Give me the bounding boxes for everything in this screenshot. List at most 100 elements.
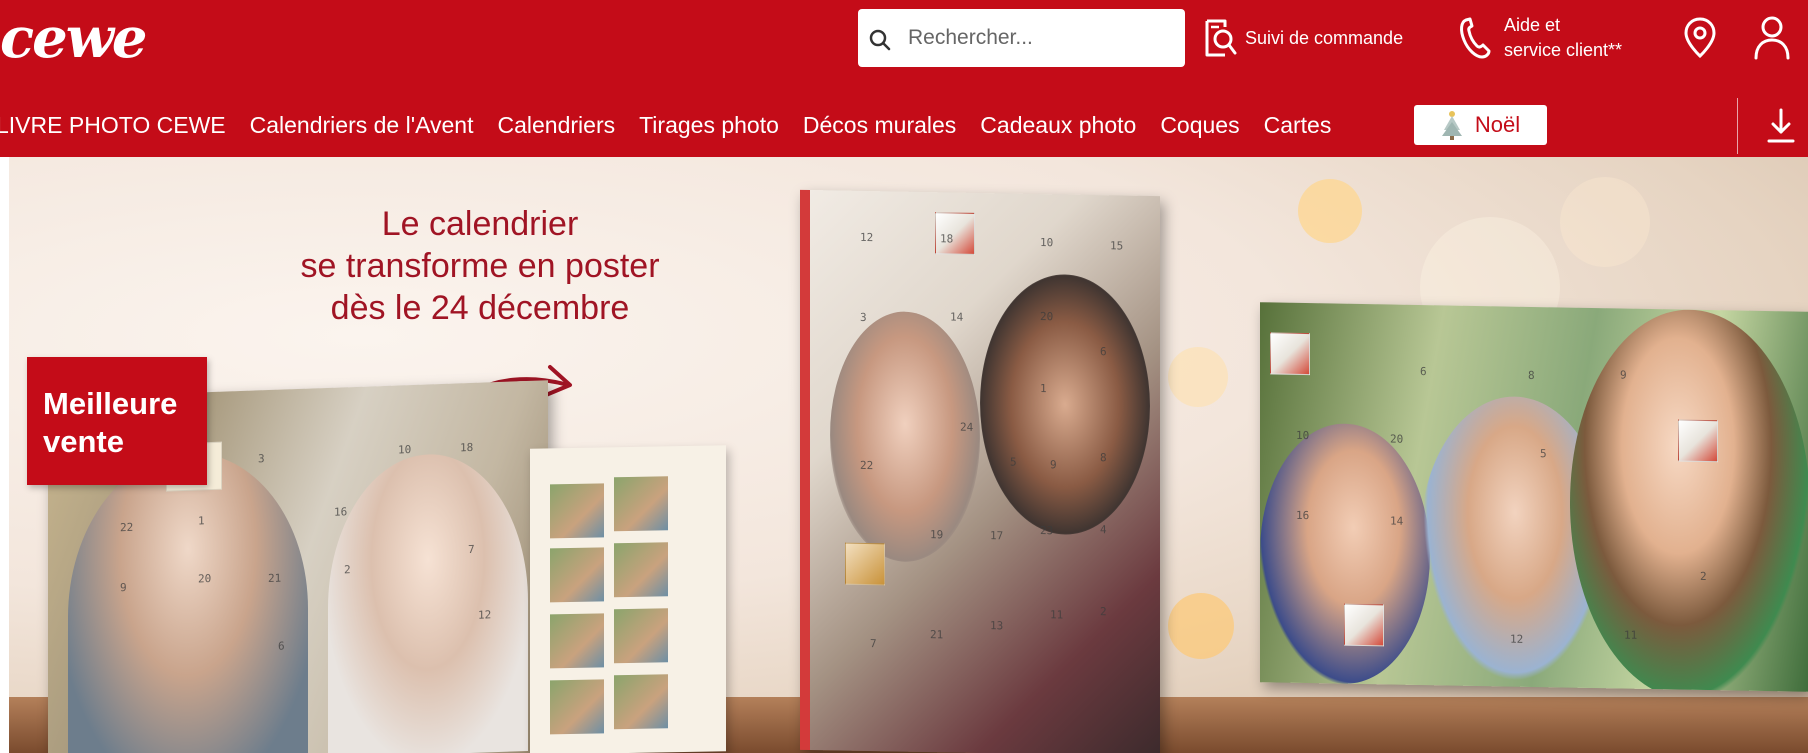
door-number: 22 <box>120 520 134 535</box>
door-number: 18 <box>460 440 474 455</box>
door-number: 11 <box>1050 608 1064 622</box>
bokeh-light <box>1298 179 1362 243</box>
order-tracking-link[interactable]: Suivi de commande <box>1203 16 1403 60</box>
door-number: 16 <box>1296 508 1310 523</box>
open-door-treat <box>1678 419 1718 463</box>
christmas-tree-icon <box>1441 111 1462 140</box>
door-number: 21 <box>268 571 282 586</box>
door-number: 14 <box>950 310 964 324</box>
badge-line2: vente <box>43 424 124 459</box>
hero-headline-line2: se transforme en poster <box>300 247 660 285</box>
door-number: 10 <box>398 443 412 457</box>
nav-item-cartes[interactable]: Cartes <box>1264 104 1332 146</box>
main-navigation: LIVRE PHOTO CEWE Calendriers de l'Avent … <box>0 104 1355 146</box>
door-number: 11 <box>1624 628 1638 642</box>
collage-photo <box>550 483 604 539</box>
door-number: 21 <box>930 628 944 642</box>
door-number: 12 <box>1510 632 1524 646</box>
badge-line1: Meilleure <box>43 386 178 421</box>
door-number: 2 <box>344 563 351 577</box>
door-number: 10 <box>1040 236 1054 250</box>
search-box[interactable] <box>858 9 1185 67</box>
location-pin-icon[interactable] <box>1682 16 1718 60</box>
photo-man <box>980 273 1150 536</box>
photo-woman <box>830 310 980 563</box>
noel-label: Noël <box>1474 112 1521 137</box>
door-number: 20 <box>1040 310 1054 324</box>
door-number: 9 <box>1620 368 1627 382</box>
phone-icon <box>1460 17 1491 59</box>
door-number: 3 <box>258 452 265 466</box>
door-number: 5 <box>1010 455 1017 469</box>
search-input[interactable] <box>908 9 1178 67</box>
door-number: 12 <box>478 608 492 622</box>
user-icon[interactable] <box>1752 14 1792 60</box>
nav-item-calendriers[interactable]: Calendriers <box>498 104 616 146</box>
door-number: 20 <box>1390 432 1404 446</box>
help-label-line2: service client** <box>1504 40 1623 60</box>
door-number: 7 <box>870 637 877 651</box>
order-tracking-label: Suivi de commande <box>1245 27 1404 48</box>
nav-divider <box>1737 98 1738 154</box>
best-seller-badge: Meilleure vente <box>27 357 207 485</box>
open-door-treat <box>1344 603 1384 647</box>
door-number: 6 <box>1420 365 1427 379</box>
door-number: 5 <box>1540 447 1547 461</box>
search-icon[interactable] <box>868 28 892 52</box>
poster-collage <box>530 445 726 753</box>
door-number: 2 <box>1100 605 1107 619</box>
photo-girl <box>1570 307 1808 692</box>
download-icon[interactable] <box>1766 108 1796 144</box>
door-number: 18 <box>940 232 954 246</box>
hero-headline-line1: Le calendrier <box>381 205 579 243</box>
nav-item-cadeaux-photo[interactable]: Cadeaux photo <box>980 104 1136 146</box>
door-number: 7 <box>468 542 475 557</box>
bokeh-light <box>1168 593 1234 659</box>
hero-headline-line3: dès le 24 décembre <box>330 289 630 327</box>
site-header: cewe Suivi de commande Aide et service c… <box>0 0 1808 157</box>
door-number: 22 <box>860 458 874 473</box>
door-number: 1 <box>1040 382 1047 396</box>
door-number: 23 <box>1040 524 1054 538</box>
advent-calendar-couple: 12 18 10 15 3 14 20 6 1 24 22 9 5 8 19 1… <box>800 189 1160 753</box>
door-number: 20 <box>198 572 212 586</box>
door-number: 16 <box>334 505 348 519</box>
door-number: 8 <box>1100 451 1107 465</box>
order-tracking-icon <box>1205 19 1237 57</box>
door-number: 8 <box>1528 368 1535 383</box>
door-number: 10 <box>1296 428 1310 443</box>
nav-item-tirages-photo[interactable]: Tirages photo <box>639 104 779 146</box>
collage-photo <box>614 542 668 598</box>
collage-photo <box>550 613 604 669</box>
nav-item-calendriers-avent[interactable]: Calendriers de l'Avent <box>250 104 474 146</box>
door-number: 14 <box>1390 514 1404 528</box>
collage-photo <box>550 679 604 735</box>
open-door-treat <box>845 542 885 586</box>
hero-left-edge <box>0 157 9 753</box>
door-number: 6 <box>278 639 285 653</box>
nav-item-noel-button[interactable]: Noël <box>1414 105 1547 145</box>
photo-grandmother <box>68 448 308 753</box>
photo-boy-stripes <box>1260 422 1430 686</box>
help-label-line1: Aide et <box>1504 15 1561 35</box>
door-number: 3 <box>860 310 867 325</box>
door-number: 24 <box>960 420 974 434</box>
open-door-treat <box>1270 332 1310 376</box>
nav-item-livre-photo[interactable]: LIVRE PHOTO CEWE <box>0 104 226 146</box>
door-number: 13 <box>990 619 1004 633</box>
help-link[interactable]: Aide et service client** <box>1458 13 1644 63</box>
collage-photo <box>550 547 604 603</box>
door-number: 15 <box>1110 239 1124 253</box>
photo-baby <box>328 450 528 753</box>
cewe-logo[interactable]: cewe <box>0 6 148 70</box>
advent-calendar-kids: 10 20 14 16 6 11 9 8 2 5 12 <box>1260 302 1808 692</box>
door-number: 2 <box>1700 569 1707 584</box>
nav-item-coques[interactable]: Coques <box>1160 104 1239 146</box>
hero-banner[interactable]: Le calendrier se transforme en poster dè… <box>0 157 1808 753</box>
door-number: 1 <box>198 514 205 528</box>
door-number: 12 <box>860 230 874 245</box>
collage-photo <box>614 608 668 664</box>
help-label: Aide et service client** <box>1504 13 1644 63</box>
nav-item-decos-murales[interactable]: Décos murales <box>803 104 956 146</box>
door-number: 17 <box>990 529 1004 543</box>
